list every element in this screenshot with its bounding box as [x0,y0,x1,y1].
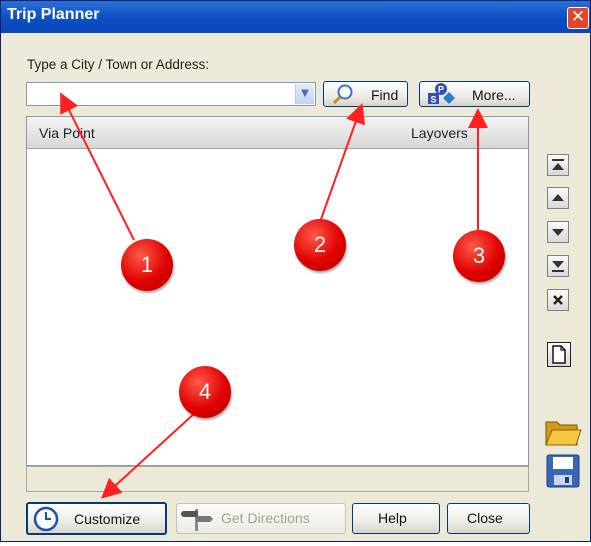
annotation-arrows [60,92,488,499]
callout-4: 4 [179,366,231,418]
callout-1: 1 [121,239,173,291]
arrow-2 [319,103,366,223]
callout-3: 3 [453,230,505,282]
callout-2: 2 [294,219,346,271]
arrow-1 [60,92,135,241]
arrow-4 [101,411,197,499]
